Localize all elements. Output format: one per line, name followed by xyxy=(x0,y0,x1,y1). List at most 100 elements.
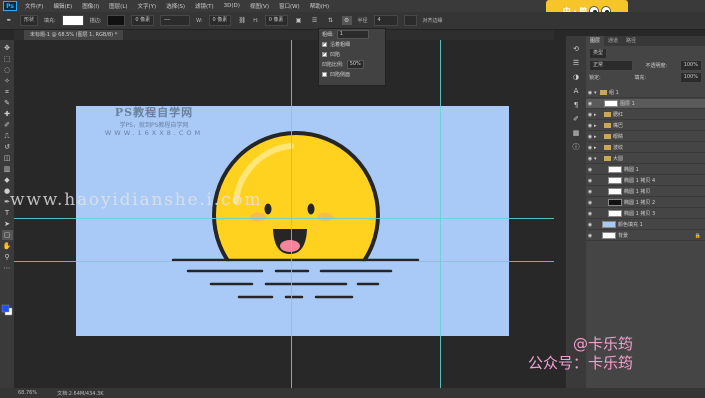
stroke-width-field[interactable]: 1 xyxy=(336,29,369,39)
h-field[interactable]: 0 像素 xyxy=(264,15,288,26)
tab-layers[interactable]: 图层 xyxy=(586,36,605,46)
layer-row[interactable]: ◉ 椭圆 1 xyxy=(586,165,705,175)
document-tab[interactable]: 未标题-1 @ 68.5% (图层 1, RGB/8) * xyxy=(24,30,124,40)
adjustments-icon[interactable]: ◑ xyxy=(570,72,582,82)
history-brush-icon[interactable]: ↺ xyxy=(2,142,13,152)
pen-tool-icon[interactable]: ✒ xyxy=(4,16,14,25)
eye-icon[interactable]: ◉ xyxy=(586,123,594,129)
layer-row[interactable]: ◉ ▸ 眼睛 xyxy=(586,132,705,142)
layer-row[interactable]: ◉ ▾ 组 1 xyxy=(586,88,705,98)
guide-vertical[interactable] xyxy=(440,40,441,388)
layer-row[interactable]: ◉ ▸ 腮红 xyxy=(586,110,705,120)
info-icon[interactable]: ⓘ xyxy=(570,142,582,152)
layer-row[interactable]: ◉ ▾ 大圆 xyxy=(586,154,705,164)
eye-icon[interactable]: ◉ xyxy=(586,134,594,140)
guide-horizontal[interactable] xyxy=(14,218,554,219)
move-tool-icon[interactable]: ✥ xyxy=(2,43,13,53)
eye-icon[interactable]: ◉ xyxy=(586,145,594,151)
stamp-tool-icon[interactable]: ⎍ xyxy=(2,131,13,141)
eye-icon[interactable]: ◉ xyxy=(586,178,594,184)
menu-window[interactable]: 窗口(W) xyxy=(274,2,305,10)
eye-icon[interactable]: ◉ xyxy=(586,112,594,118)
layer-row[interactable]: ◉ 颜色填充 1 xyxy=(586,220,705,230)
eye-icon[interactable]: ◉ xyxy=(586,189,594,195)
eye-icon[interactable]: ◉ xyxy=(586,211,594,217)
character-icon[interactable]: A xyxy=(570,86,582,96)
properties-icon[interactable]: ☰ xyxy=(570,58,582,68)
eyedropper-icon[interactable]: ✎ xyxy=(2,98,13,108)
layer-row[interactable]: ◉ 背景 🔒 xyxy=(586,231,705,241)
layer-row[interactable]: ◉ 椭圆 1 拷贝 4 xyxy=(586,176,705,186)
blend-mode-select[interactable]: 正常 xyxy=(589,59,633,71)
zoom-tool-icon[interactable]: ⚲ xyxy=(2,252,13,262)
layer-row[interactable]: ◉ ▸ 波纹 xyxy=(586,143,705,153)
layer-row[interactable]: ◉ ▸ 嘴巴 xyxy=(586,121,705,131)
stroke-size-field[interactable]: 0 像素 xyxy=(131,15,155,26)
menu-type[interactable]: 文字(Y) xyxy=(133,2,162,10)
menu-help[interactable]: 帮助(H) xyxy=(305,2,334,10)
swatches-icon[interactable]: ▦ xyxy=(570,128,582,138)
menu-select[interactable]: 选择(S) xyxy=(161,2,190,10)
align-edges-checkbox[interactable] xyxy=(403,15,417,26)
link-icon[interactable]: ⛓ xyxy=(237,16,247,25)
eye-icon[interactable]: ◉ xyxy=(586,90,594,96)
eraser-tool-icon[interactable]: ◫ xyxy=(2,153,13,163)
canvas[interactable] xyxy=(76,106,509,336)
path-ops-icon[interactable]: ▣ xyxy=(294,16,304,25)
option-field[interactable]: 50% xyxy=(346,59,364,69)
blur-tool-icon[interactable]: ◆ xyxy=(2,175,13,185)
path-align-icon[interactable]: ☰ xyxy=(310,16,320,25)
checkbox-checked[interactable]: ✓ xyxy=(322,51,327,57)
gear-icon[interactable]: ⚙ xyxy=(341,16,352,25)
menu-view[interactable]: 视图(V) xyxy=(245,2,274,10)
menu-layer[interactable]: 图层(L) xyxy=(104,2,132,10)
eye-icon[interactable]: ◉ xyxy=(586,222,594,228)
gradient-tool-icon[interactable]: ▥ xyxy=(2,164,13,174)
eye-icon[interactable]: ◉ xyxy=(586,233,594,239)
shape-mode-select[interactable]: 形状 xyxy=(20,15,39,26)
layer-kind-filter[interactable]: 类型 xyxy=(589,47,608,59)
layer-row-selected[interactable]: ◉ 图层 1 xyxy=(586,99,705,109)
fill-swatch[interactable] xyxy=(61,15,84,26)
eye-icon[interactable]: ◉ xyxy=(586,101,594,107)
layer-row[interactable]: ◉ 椭圆 1 拷贝 xyxy=(586,187,705,197)
magic-wand-icon[interactable]: ✧ xyxy=(2,76,13,86)
w-field[interactable]: 0 像素 xyxy=(208,15,232,26)
menu-file[interactable]: 文件(F) xyxy=(20,2,48,10)
eye-icon[interactable]: ◉ xyxy=(586,200,594,206)
hand-tool-icon[interactable]: ✋ xyxy=(2,241,13,251)
path-select-icon[interactable]: ➤ xyxy=(2,219,13,229)
lasso-tool-icon[interactable]: ◌ xyxy=(2,65,13,75)
stroke-swatch[interactable] xyxy=(107,15,126,26)
radius-field[interactable]: 4 xyxy=(373,15,398,26)
brush-tool-icon[interactable]: ✐ xyxy=(2,120,13,130)
history-icon[interactable]: ⟲ xyxy=(570,44,582,54)
checkbox-checked[interactable]: ✓ xyxy=(322,41,327,47)
marquee-tool-icon[interactable]: ⬚ xyxy=(2,54,13,64)
menu-3d[interactable]: 3D(D) xyxy=(219,3,245,9)
tab-channels[interactable]: 通道 xyxy=(604,36,622,46)
crop-tool-icon[interactable]: ⌗ xyxy=(2,87,13,97)
zoom-level[interactable]: 68.76% xyxy=(18,390,37,396)
paragraph-icon[interactable]: ¶ xyxy=(570,100,582,110)
path-arrange-icon[interactable]: ⇅ xyxy=(326,16,336,25)
tab-paths[interactable]: 路径 xyxy=(622,36,640,46)
guide-horizontal[interactable] xyxy=(14,261,554,262)
eye-icon[interactable]: ◉ xyxy=(586,167,594,173)
opacity-field[interactable]: 100% xyxy=(679,59,702,71)
color-swatches[interactable] xyxy=(1,300,13,320)
more-tools-icon[interactable]: ⋯ xyxy=(2,263,13,273)
healing-brush-icon[interactable]: ✚ xyxy=(2,109,13,119)
shape-tool-icon[interactable]: ▢ xyxy=(1,230,13,240)
menu-edit[interactable]: 编辑(E) xyxy=(48,2,77,10)
layer-row[interactable]: ◉ 椭圆 1 拷贝 3 xyxy=(586,209,705,219)
eye-icon[interactable]: ◉ xyxy=(586,156,594,162)
stroke-type-select[interactable]: ── xyxy=(160,15,191,26)
layer-row[interactable]: ◉ 椭圆 1 拷贝 2 xyxy=(586,198,705,208)
fill-field[interactable]: 100% xyxy=(679,71,702,83)
menu-filter[interactable]: 滤镜(T) xyxy=(190,2,219,10)
checkbox-unchecked[interactable] xyxy=(322,71,327,77)
brush-settings-icon[interactable]: ✐ xyxy=(570,114,582,124)
menu-image[interactable]: 图像(I) xyxy=(77,2,104,10)
guide-vertical[interactable] xyxy=(291,40,292,388)
